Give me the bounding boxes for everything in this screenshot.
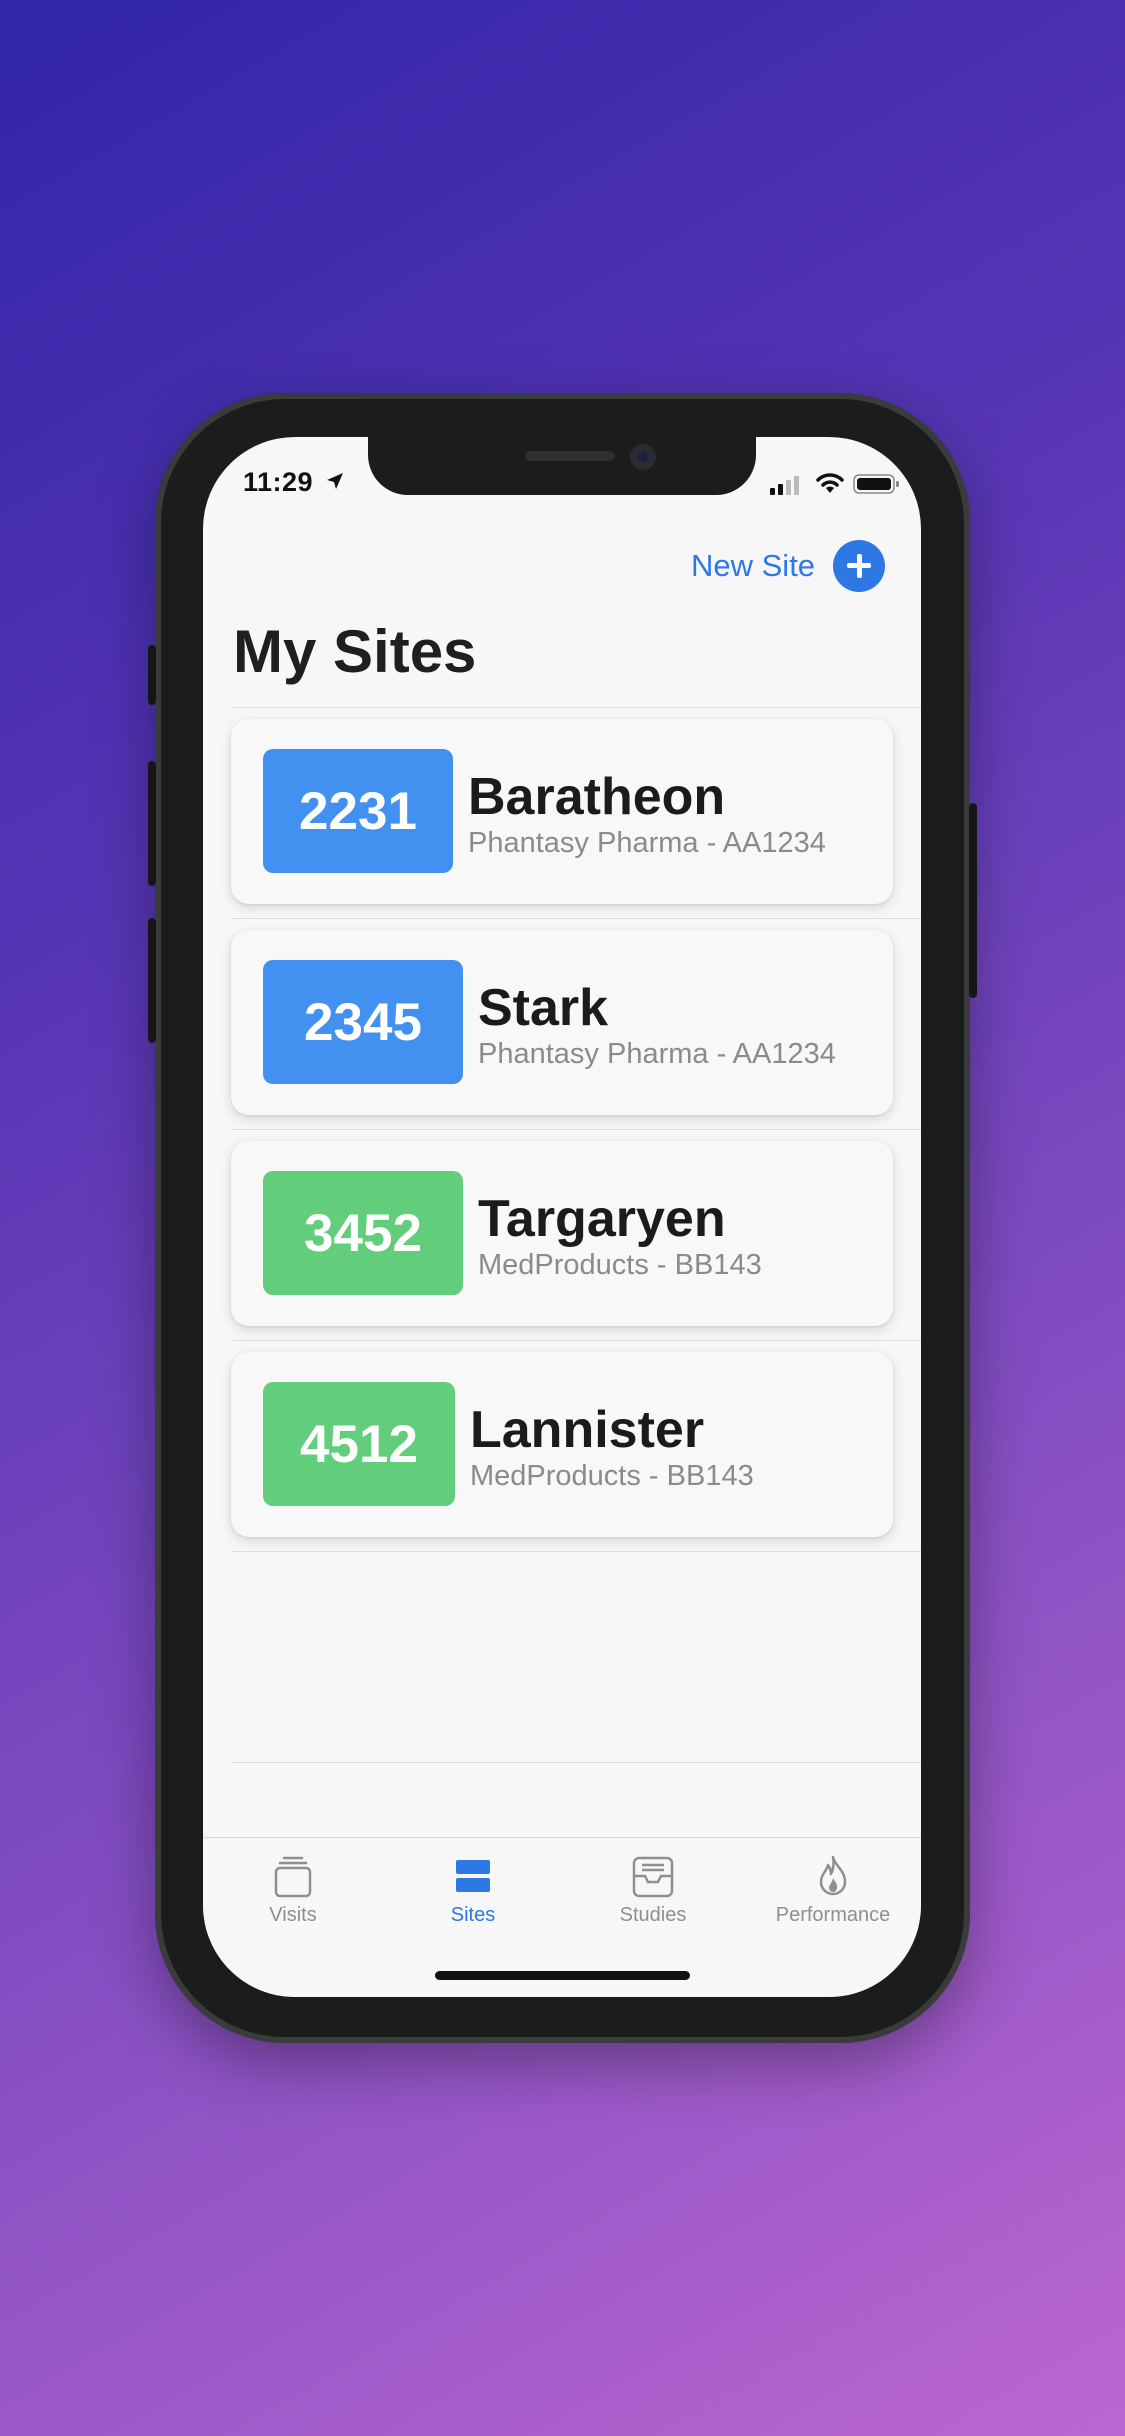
site-number-badge: 2345 (263, 960, 463, 1084)
sites-icon (456, 1860, 490, 1892)
divider (231, 918, 921, 919)
volume-up-button (148, 761, 156, 886)
location-arrow-icon (327, 473, 343, 489)
site-subtitle: MedProducts - BB143 (478, 1249, 762, 1281)
tab-label: Sites (450, 1904, 496, 1926)
new-site-label: New Site (691, 548, 816, 583)
site-name: Lannister (470, 1401, 705, 1459)
divider (231, 1551, 921, 1552)
tab-visits[interactable]: Visits (203, 1838, 383, 1938)
divider (231, 707, 921, 708)
cellular-signal-icon (770, 476, 799, 495)
front-camera (630, 444, 656, 470)
new-site-button[interactable]: New Site (691, 540, 886, 592)
site-subtitle: Phantasy Pharma - AA1234 (478, 1038, 836, 1070)
site-name: Baratheon (468, 768, 726, 826)
divider (231, 1762, 921, 1763)
speaker (525, 451, 615, 461)
site-number-badge: 4512 (263, 1382, 455, 1506)
site-card[interactable]: 2231 Baratheon Phantasy Pharma - AA1234 (231, 719, 893, 904)
tab-sites[interactable]: Sites (383, 1838, 563, 1938)
power-button (969, 803, 977, 998)
tab-label: Performance (775, 1904, 891, 1926)
site-card[interactable]: 2345 Stark Phantasy Pharma - AA1234 (231, 930, 893, 1115)
phone-screen: 11:29 New Site My Sites 2231 Baratheon P… (203, 437, 921, 1997)
silent-switch (148, 645, 156, 705)
site-name: Stark (478, 979, 609, 1037)
status-time: 11:29 (243, 467, 314, 497)
notch (368, 437, 756, 495)
page-title: My Sites (233, 618, 477, 685)
site-subtitle: Phantasy Pharma - AA1234 (468, 827, 826, 859)
tab-label: Studies (619, 1904, 687, 1926)
plus-circle-icon (833, 540, 886, 592)
tab-label: Visits (269, 1904, 317, 1926)
volume-down-button (148, 918, 156, 1043)
site-subtitle: MedProducts - BB143 (470, 1460, 754, 1492)
wifi-icon (816, 473, 844, 493)
battery-icon (853, 474, 899, 494)
site-name: Targaryen (478, 1190, 726, 1248)
home-indicator[interactable] (435, 1971, 690, 1980)
performance-icon (819, 1855, 847, 1896)
tab-performance[interactable]: Performance (743, 1838, 921, 1938)
studies-icon (632, 1856, 674, 1898)
site-number-badge: 3452 (263, 1171, 463, 1295)
divider (231, 1340, 921, 1341)
site-card[interactable]: 4512 Lannister MedProducts - BB143 (231, 1352, 893, 1537)
tab-studies[interactable]: Studies (563, 1838, 743, 1938)
visits-icon (274, 1856, 312, 1898)
divider (231, 1129, 921, 1130)
site-card[interactable]: 3452 Targaryen MedProducts - BB143 (231, 1141, 893, 1326)
site-number-badge: 2231 (263, 749, 453, 873)
